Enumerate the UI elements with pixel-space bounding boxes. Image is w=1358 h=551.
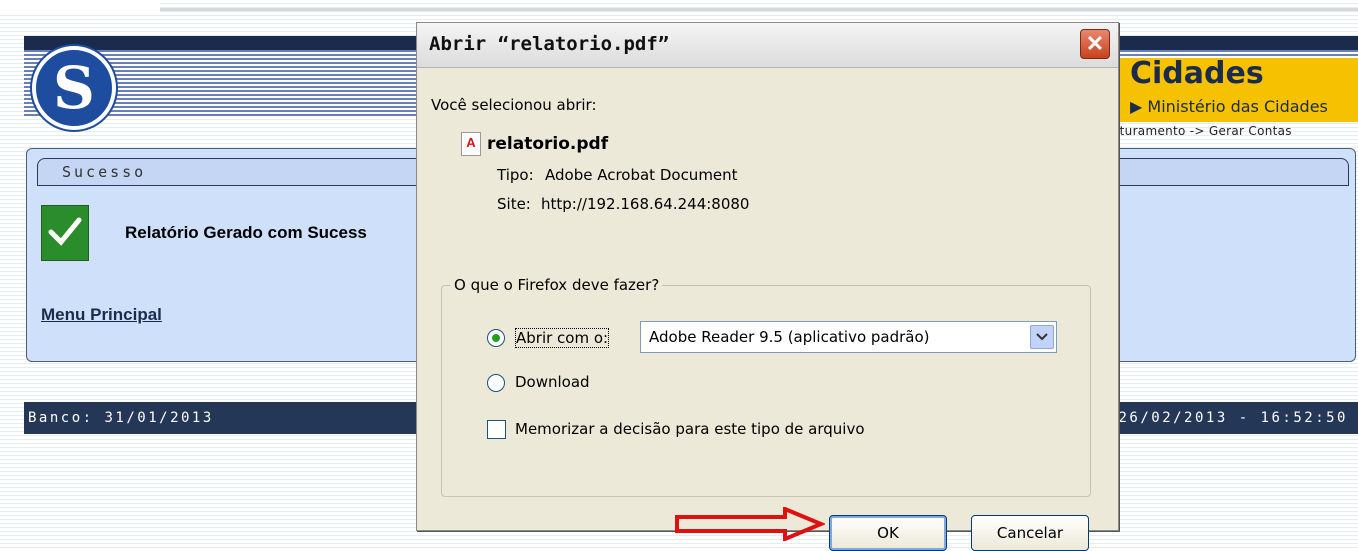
dialog-title: Abrir “relatorio.pdf” — [429, 33, 670, 55]
type-value: Adobe Acrobat Document — [545, 166, 738, 184]
download-label[interactable]: Download — [515, 373, 590, 391]
open-with-radio[interactable] — [487, 329, 505, 347]
application-select-value: Adobe Reader 9.5 (aplicativo padrão) — [649, 328, 930, 346]
dropdown-arrow-icon[interactable] — [1030, 325, 1054, 349]
logo-icon: S — [32, 46, 116, 130]
ok-button[interactable]: OK — [829, 515, 947, 551]
cidades-subtitle-text: Ministério das Cidades — [1147, 97, 1328, 116]
dialog-body: Você selecionou abrir: A relatorio.pdf T… — [417, 68, 1118, 551]
site-label: Site: — [497, 195, 531, 213]
tab-label: Sucesso — [62, 163, 147, 181]
dialog-titlebar[interactable]: Abrir “relatorio.pdf” ✕ — [417, 23, 1118, 68]
top-left-spacer — [0, 0, 160, 12]
breadcrumb: aturamento -> Gerar Contas — [1112, 124, 1292, 138]
pdf-icon: A — [461, 132, 481, 156]
application-select[interactable]: Adobe Reader 9.5 (aplicativo padrão) — [640, 321, 1057, 353]
remember-checkbox[interactable] — [487, 420, 506, 439]
dialog-intro: Você selecionou abrir: — [431, 96, 597, 114]
close-button[interactable]: ✕ — [1080, 29, 1110, 59]
top-border-line — [160, 8, 1358, 11]
menu-principal-link[interactable]: Menu Principal — [41, 305, 162, 325]
open-with-label[interactable]: Abrir com o: — [515, 328, 610, 348]
footer-bank-date: Banco: 31/01/2013 — [28, 410, 214, 426]
red-arrow-icon — [675, 507, 825, 541]
success-message: Relatório Gerado com Sucess — [125, 223, 367, 242]
type-label: Tipo: — [497, 166, 534, 184]
group-legend: O que o Firefox deve fazer? — [451, 276, 663, 294]
file-name: relatorio.pdf — [487, 134, 609, 154]
open-file-dialog: Abrir “relatorio.pdf” ✕ Você selecionou … — [416, 22, 1119, 551]
cidades-subtitle: ▶ Ministério das Cidades — [1130, 97, 1328, 116]
site-value: http://192.168.64.244:8080 — [541, 195, 750, 213]
action-groupbox — [441, 285, 1091, 497]
cancel-button[interactable]: Cancelar — [971, 515, 1089, 551]
close-icon: ✕ — [1085, 31, 1105, 56]
checkmark-icon — [41, 205, 89, 261]
download-radio[interactable] — [487, 374, 505, 392]
footer-timestamp: 26/02/2013 - 16:52:50 — [1118, 410, 1348, 426]
cidades-title: Cidades — [1130, 56, 1264, 91]
remember-label[interactable]: Memorizar a decisão para este tipo de ar… — [515, 420, 865, 438]
